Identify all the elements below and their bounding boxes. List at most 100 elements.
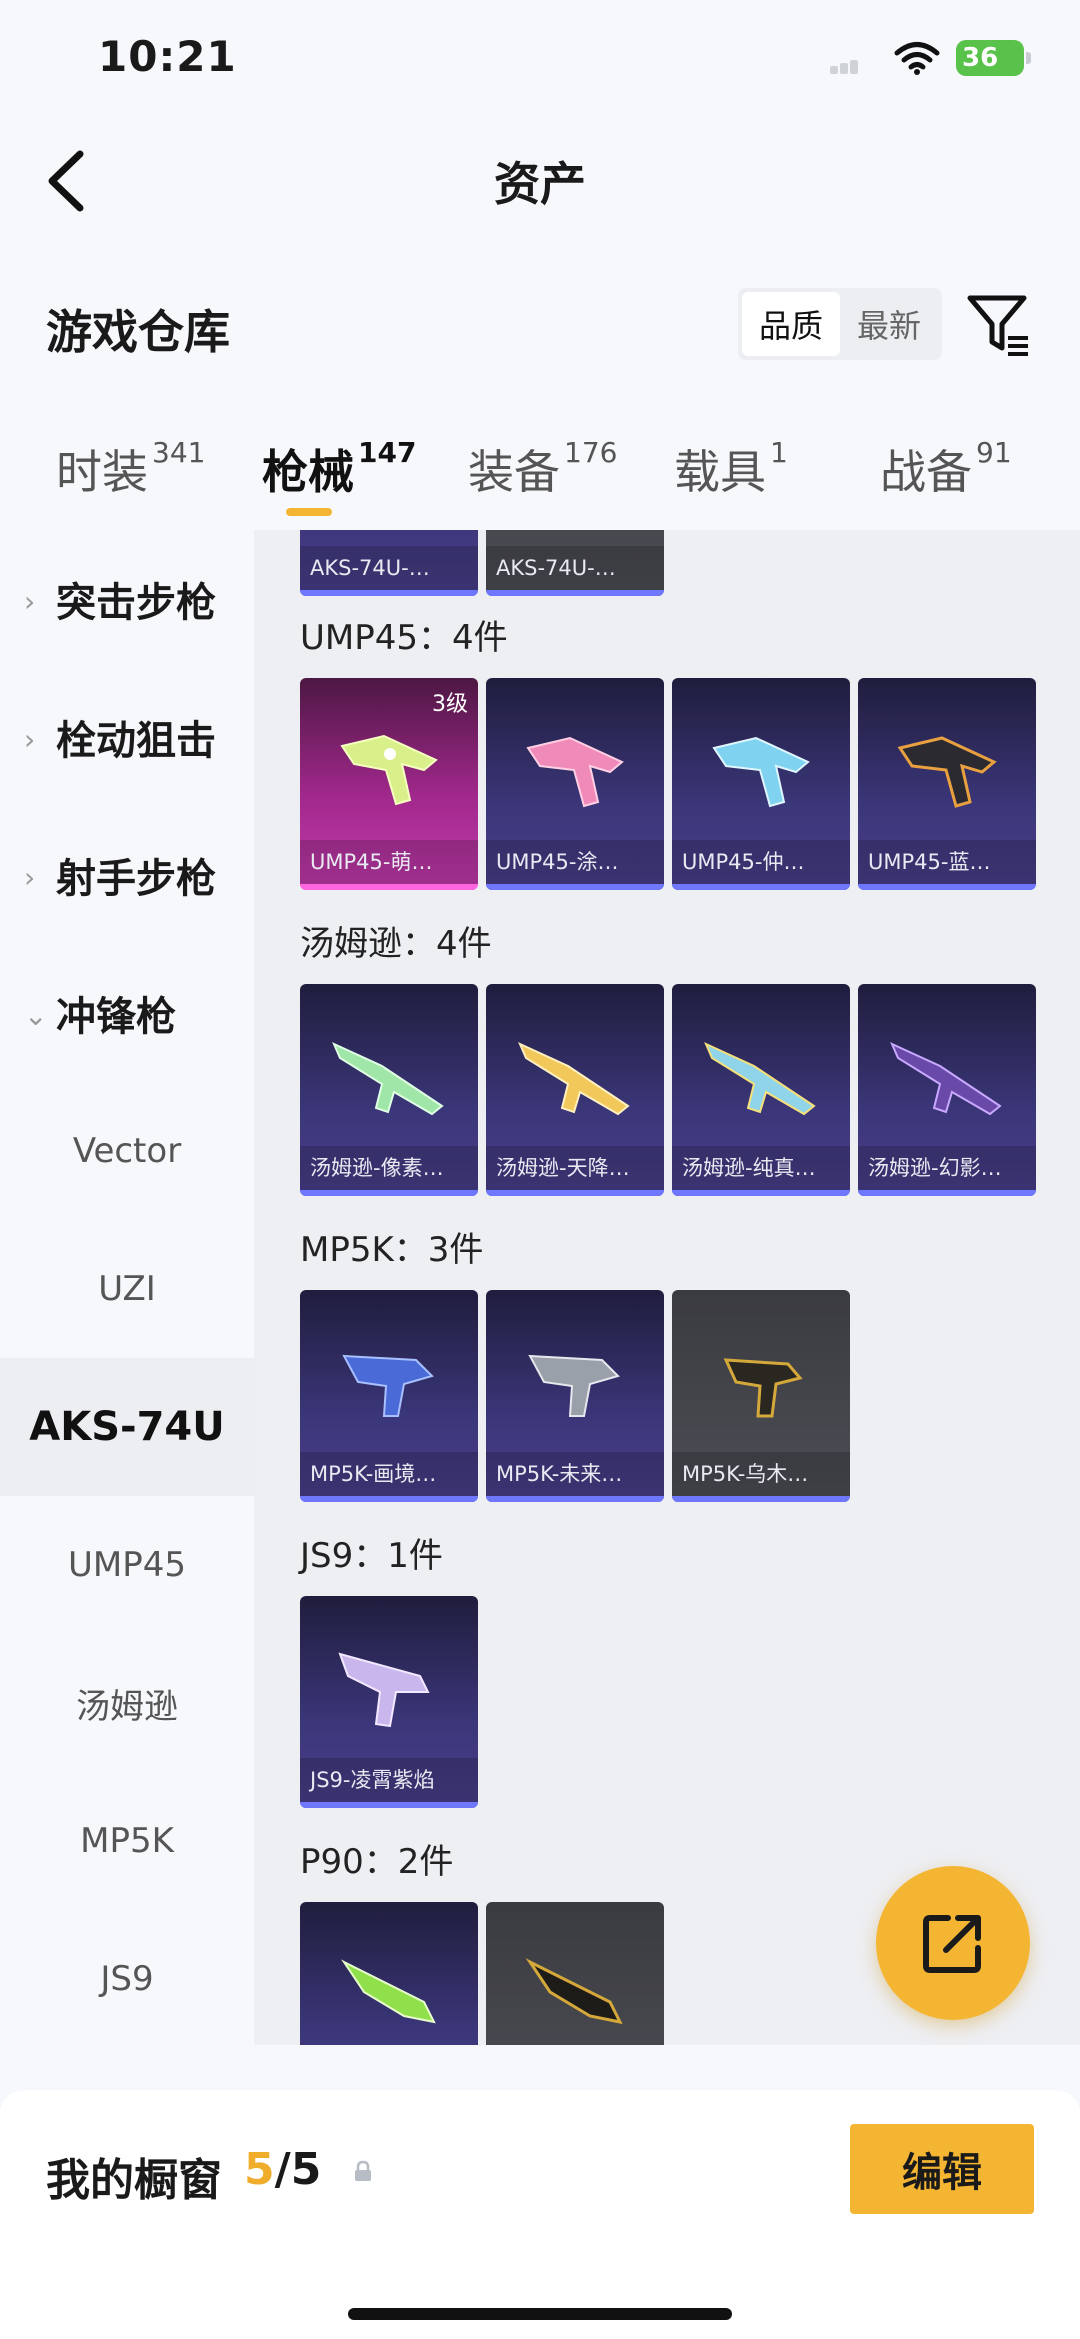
rarity-bar — [486, 1190, 664, 1196]
share-button[interactable] — [876, 1866, 1030, 2020]
rarity-bar — [300, 1496, 478, 1502]
smg-icon — [712, 736, 810, 808]
tab-equipment[interactable]: 装备 176 — [468, 436, 617, 502]
section-title: 游戏仓库 — [46, 305, 230, 359]
showcase-label: 我的橱窗 — [46, 2155, 222, 2206]
weapon-card[interactable]: 汤姆逊-幻影… — [858, 984, 1036, 1196]
sidebar-item-thompson[interactable]: 汤姆逊 — [0, 1634, 254, 1772]
smg-icon — [526, 736, 624, 808]
weapon-name: UMP45-萌… — [300, 840, 478, 884]
chevron-down-icon: ⌄ — [24, 999, 48, 1032]
weapon-name: AKS-74U-… — [300, 546, 478, 590]
weapon-name: MP5K-乌木… — [672, 1452, 850, 1496]
smg-icon — [338, 1652, 430, 1728]
rarity-bar — [486, 590, 664, 596]
sidebar-item-smgs[interactable]: ⌄ 冲锋枪 — [0, 944, 254, 1082]
showcase-current: 5 — [244, 2144, 275, 2195]
weapon-name: AKS-74U-… — [486, 546, 664, 590]
smg-icon — [528, 1354, 620, 1417]
sidebar-item-js9[interactable]: JS9 — [0, 1910, 254, 2048]
tab-supplies[interactable]: 战备 91 — [880, 436, 1012, 502]
tab-count: 176 — [564, 435, 618, 469]
sidebar-item-vector[interactable]: Vector — [0, 1082, 254, 1220]
group-label-p90: P90：2件 — [300, 1842, 454, 1882]
group-label-ump45: UMP45：4件 — [300, 618, 508, 658]
sidebar-item-label: 栓动狙击 — [56, 718, 216, 764]
weapon-card[interactable]: 3级 UMP45-萌… — [300, 678, 478, 890]
weapon-name: MP5K-画境… — [300, 1452, 478, 1496]
weapon-name: 汤姆逊-纯真… — [672, 1146, 850, 1190]
weapon-card[interactable]: 汤姆逊-纯真… — [672, 984, 850, 1196]
battery-indicator: 36 — [956, 40, 1031, 76]
weapon-name: UMP45-涂… — [486, 840, 664, 884]
clock: 10:21 — [98, 32, 237, 81]
weapon-name: JS9-凌霄紫焰 — [300, 1758, 478, 1802]
chevron-right-icon: › — [24, 723, 36, 756]
tab-vehicles[interactable]: 载具 1 — [674, 436, 788, 502]
smg-icon — [332, 1042, 444, 1116]
weapon-card[interactable] — [486, 1902, 664, 2045]
rarity-bar — [672, 1190, 850, 1196]
filter-icon[interactable] — [966, 292, 1032, 358]
tab-fashion[interactable]: 时装 341 — [56, 436, 205, 502]
sidebar-item-mp5k[interactable]: MP5K — [0, 1772, 254, 1910]
weapon-card[interactable]: MP5K-画境… — [300, 1290, 478, 1502]
smg-icon — [518, 1042, 630, 1116]
sidebar-item-aks74u[interactable]: AKS-74U — [0, 1358, 254, 1496]
sidebar-item-label: 冲锋枪 — [56, 994, 176, 1040]
weapon-card[interactable]: MP5K-乌木… — [672, 1290, 850, 1502]
sidebar-item-ump45[interactable]: UMP45 — [0, 1496, 254, 1634]
weapon-card[interactable]: MP5K-未来… — [486, 1290, 664, 1502]
sidebar-item-marksman-rifles[interactable]: › 射手步枪 — [0, 806, 254, 944]
smg-icon — [897, 736, 997, 808]
tab-count: 341 — [152, 435, 206, 469]
weapon-card[interactable]: AKS-74U-… — [486, 530, 664, 596]
weapon-card[interactable]: UMP45-涂… — [486, 678, 664, 890]
showcase-total: /5 — [274, 2144, 322, 2195]
share-icon — [923, 1915, 981, 1973]
weapon-card[interactable]: JS9-凌霄紫焰 — [300, 1596, 478, 1808]
tab-count: 1 — [770, 435, 788, 469]
weapon-name: 汤姆逊-幻影… — [858, 1146, 1036, 1190]
tab-count: 147 — [358, 435, 417, 469]
tab-label: 枪械 — [262, 445, 354, 499]
rarity-bar — [672, 1496, 850, 1502]
rarity-bar — [300, 590, 478, 596]
wifi-icon — [894, 42, 940, 75]
tab-label: 装备 — [468, 445, 560, 499]
sidebar-item-uzi[interactable]: UZI — [0, 1220, 254, 1358]
weapon-card[interactable]: 汤姆逊-像素… — [300, 984, 478, 1196]
group-label-thompson: 汤姆逊：4件 — [300, 924, 492, 964]
weapon-name: UMP45-蓝… — [858, 840, 1036, 884]
weapon-grid: AKS-74U-… AKS-74U-… UMP45：4件 3级 UMP45-萌…… — [254, 530, 1080, 2045]
weapon-card[interactable]: 汤姆逊-天降… — [486, 984, 664, 1196]
sidebar-item-label: 射手步枪 — [56, 856, 216, 902]
weapon-name: UMP45-仲… — [672, 840, 850, 884]
sort-newest-option[interactable]: 最新 — [840, 292, 938, 356]
weapon-type-sidebar: › 突击步枪 › 栓动狙击 › 射手步枪 ⌄ 冲锋枪 Vector UZI AKS-74… — [0, 530, 254, 2050]
weapon-card[interactable] — [300, 1902, 478, 2045]
smg-icon — [340, 734, 438, 806]
chevron-right-icon: › — [24, 861, 36, 894]
weapon-card[interactable]: AKS-74U-… — [300, 530, 478, 596]
weapon-card[interactable]: UMP45-仲… — [672, 678, 850, 890]
sort-toggle: 品质 最新 — [738, 288, 942, 360]
page-title: 资产 — [494, 157, 586, 211]
chevron-right-icon: › — [24, 585, 36, 618]
smg-icon — [341, 1959, 436, 2024]
rarity-bar — [486, 884, 664, 890]
battery-level: 36 — [962, 43, 999, 73]
showcase-bar: 我的橱窗 5/5 编辑 — [0, 2090, 1080, 2339]
edit-button[interactable]: 编辑 — [850, 2124, 1034, 2214]
tab-count: 91 — [976, 435, 1012, 469]
weapon-name: 汤姆逊-天降… — [486, 1146, 664, 1190]
rarity-bar — [300, 1802, 478, 1808]
sidebar-item-bolt-snipers[interactable]: › 栓动狙击 — [0, 668, 254, 806]
tab-firearms[interactable]: 枪械 147 — [262, 436, 416, 502]
sidebar-item-assault-rifles[interactable]: › 突击步枪 — [0, 530, 254, 668]
showcase-count: 5/5 — [244, 2144, 321, 2195]
rarity-bar — [858, 1190, 1036, 1196]
warehouse-header: 游戏仓库 品质 最新 — [0, 270, 1080, 380]
weapon-card[interactable]: UMP45-蓝… — [858, 678, 1036, 890]
sort-quality-option[interactable]: 品质 — [742, 292, 840, 356]
